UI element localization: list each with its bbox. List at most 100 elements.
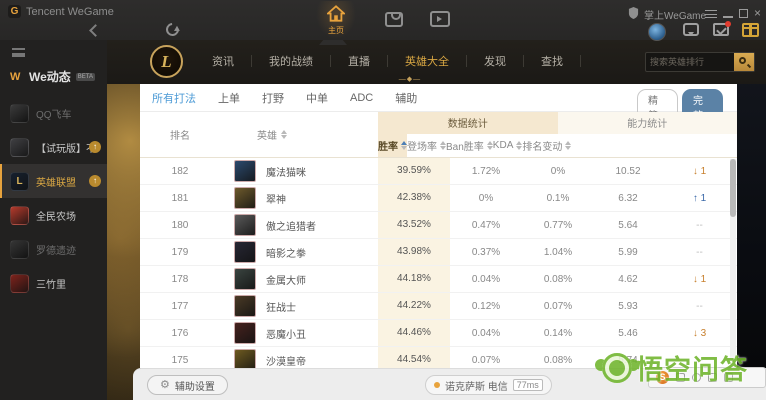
hero-table-row[interactable]: 177 狂战士 44.22% 0.12% 0.07% 5.93 ↓↑--: [140, 293, 737, 320]
maximize-icon[interactable]: [739, 9, 748, 18]
rank-column-header[interactable]: 排名: [140, 112, 220, 157]
rank-change-cell: ↓↑--: [662, 247, 737, 258]
game-icon: [10, 273, 29, 293]
role-filter-link[interactable]: 中单: [306, 90, 328, 106]
sidebar-collapse-icon[interactable]: [12, 48, 25, 57]
user-label[interactable]: 掌上WeGame: [644, 7, 706, 22]
search-button[interactable]: [734, 53, 754, 71]
role-filter-link[interactable]: 所有打法: [152, 90, 196, 106]
hero-name[interactable]: 魔法猫咪: [266, 164, 306, 179]
back-icon[interactable]: [88, 24, 100, 36]
chat-icon[interactable]: [683, 23, 699, 36]
menu-icon[interactable]: [705, 10, 717, 18]
banrate-cell: 1.04%: [543, 246, 573, 258]
hero-table-row[interactable]: 182 魔法猫咪 39.59% 1.72% 0% 10.52 ↓↑-- 1: [140, 158, 737, 185]
hero-table-row[interactable]: 176 恶魔小丑 44.46% 0.04% 0.14% 5.46 ↓↑-- 3: [140, 320, 737, 347]
ime-mic-icon[interactable]: [708, 373, 717, 382]
sort-icon: [565, 140, 572, 150]
ime-logo-icon[interactable]: S: [656, 371, 669, 384]
hero-table-row[interactable]: 180 傲之追猎者 43.52% 0.47% 0.77% 5.64 ↓↑--: [140, 212, 737, 239]
ime-tool-icon[interactable]: [676, 373, 685, 382]
hero-portrait[interactable]: [234, 214, 256, 236]
table-scrollbar[interactable]: [730, 159, 736, 368]
hero-table-row[interactable]: 175 沙漠皇帝 44.54% 0.07% 0.08% 5.74 ↓↑--: [140, 347, 737, 368]
scrollbar-thumb[interactable]: [730, 159, 736, 217]
game-tab[interactable]: 直播: [331, 53, 387, 69]
hero-portrait[interactable]: [234, 295, 256, 317]
pickrate-cell: 0.47%: [471, 219, 501, 231]
sidebar-logo: W We动态 BETA: [10, 68, 96, 85]
role-filter-link[interactable]: 上单: [218, 90, 240, 106]
role-filter-link[interactable]: 辅助: [395, 90, 417, 106]
hero-portrait[interactable]: [234, 268, 256, 290]
sidebar-game-item[interactable]: 三竹里 ↑: [0, 266, 107, 300]
game-tab[interactable]: 英雄大全: [388, 53, 466, 69]
hero-column-header[interactable]: 英雄: [220, 112, 378, 157]
hero-cell: 狂战士: [220, 295, 378, 317]
stats-group-tab[interactable]: 能力统计: [557, 112, 737, 134]
stat-column-header[interactable]: Ban胜率: [446, 134, 493, 157]
hero-portrait[interactable]: [234, 187, 256, 209]
hero-table-row[interactable]: 181 翠神 42.38% 0% 0.1% 6.32 ↓↑-- 1: [140, 185, 737, 212]
stat-column-header[interactable]: 登场率: [407, 134, 446, 157]
hero-name[interactable]: 傲之追猎者: [266, 218, 316, 233]
hero-table-row[interactable]: 178 金属大师 44.18% 0.04% 0.08% 4.62 ↓↑-- 1: [140, 266, 737, 293]
search-input[interactable]: [646, 53, 734, 71]
role-filter-link[interactable]: 打野: [262, 90, 284, 106]
upgrade-badge-icon: ↑: [89, 141, 101, 153]
user-avatar[interactable]: [648, 23, 666, 41]
home-button[interactable]: 主页: [316, 1, 356, 39]
game-tab[interactable]: 我的战绩: [252, 53, 330, 69]
no-change-icon: --: [696, 219, 703, 231]
server-status-dot: [434, 382, 440, 388]
hero-cell: 傲之追猎者: [220, 214, 378, 236]
stat-column-label: Ban胜率: [446, 141, 484, 153]
hero-portrait[interactable]: [234, 160, 256, 182]
sidebar-game-item[interactable]: 罗德遗迹 ↑: [0, 232, 107, 266]
stat-column-label: KDA: [492, 139, 514, 151]
close-icon[interactable]: ×: [754, 7, 761, 19]
game-tab[interactable]: 发现: [467, 53, 523, 69]
stat-column-header[interactable]: 排名变动: [522, 134, 572, 157]
stats-group-tab[interactable]: 数据统计: [378, 112, 558, 134]
server-status-pill[interactable]: 诺克萨斯 电信 77ms: [425, 375, 552, 395]
hero-name[interactable]: 恶魔小丑: [266, 326, 306, 341]
rank-change-cell: ↓↑--: [662, 355, 737, 366]
assist-settings-button[interactable]: ⚙ 辅助设置: [147, 375, 228, 395]
sidebar-game-item[interactable]: 全民农场 ↑: [0, 198, 107, 232]
lol-logo-icon[interactable]: L: [150, 45, 183, 78]
no-change-icon: --: [696, 246, 703, 258]
ime-keyboard-icon[interactable]: [724, 373, 733, 382]
kda-cell: 5.46: [618, 327, 638, 339]
minimize-icon[interactable]: [723, 16, 733, 18]
hero-name[interactable]: 狂战士: [266, 299, 296, 314]
hero-portrait[interactable]: [234, 349, 256, 368]
hero-name[interactable]: 金属大师: [266, 272, 306, 287]
ime-emoji-icon[interactable]: [692, 373, 701, 382]
rank-cell: 177: [171, 300, 189, 312]
hero-name[interactable]: 沙漠皇帝: [266, 353, 306, 368]
rank-change-cell: ↓↑-- 1: [662, 166, 737, 177]
store-icon[interactable]: [385, 12, 403, 27]
video-icon[interactable]: [430, 11, 450, 27]
hero-portrait[interactable]: [234, 322, 256, 344]
sidebar-game-item[interactable]: 【试玩版】不… ↑: [0, 130, 107, 164]
hero-name[interactable]: 暗影之拳: [266, 245, 306, 260]
stat-column-header[interactable]: 胜率: [378, 133, 407, 157]
hero-table-row[interactable]: 179 暗影之拳 43.98% 0.37% 1.04% 5.99 ↓↑--: [140, 239, 737, 266]
sidebar-game-item[interactable]: L 英雄联盟 ↑: [0, 164, 107, 198]
stat-column-header[interactable]: KDA: [493, 134, 523, 157]
game-label: 【试玩版】不…: [36, 143, 94, 155]
refresh-icon[interactable]: [163, 20, 182, 39]
role-filter-link[interactable]: ADC: [350, 92, 373, 104]
hero-name[interactable]: 翠神: [266, 191, 286, 206]
gift-icon[interactable]: [742, 23, 759, 37]
hero-portrait[interactable]: [234, 241, 256, 263]
game-tab[interactable]: 查找: [524, 53, 580, 69]
ime-toolbar[interactable]: S: [648, 367, 766, 388]
mail-icon[interactable]: [713, 21, 731, 36]
game-list: QQ飞车 ↑ 【试玩版】不… ↑ L 英雄联盟 ↑ 全民农场: [0, 96, 107, 300]
app-brand: G Tencent WeGame: [8, 5, 114, 18]
game-tab[interactable]: 资讯: [195, 53, 251, 69]
sidebar-game-item[interactable]: QQ飞车 ↑: [0, 96, 107, 130]
